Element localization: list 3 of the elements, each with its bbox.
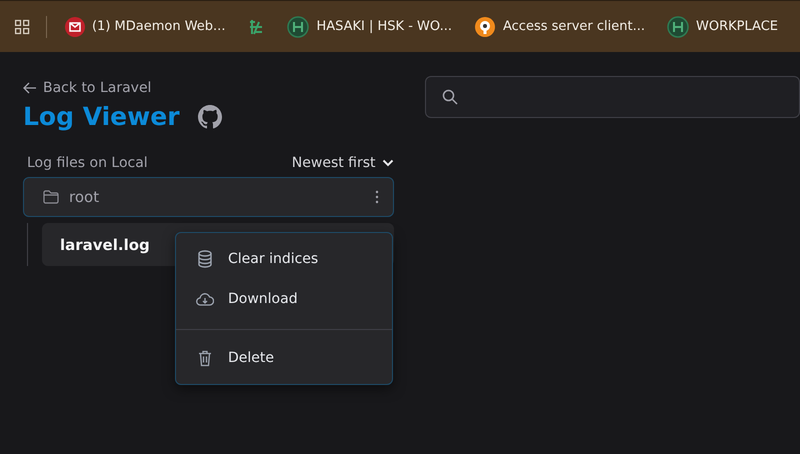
section-label: Log files on Local bbox=[27, 155, 148, 171]
folder-name: root bbox=[69, 188, 100, 206]
app-title: Log Viewer bbox=[23, 102, 180, 131]
